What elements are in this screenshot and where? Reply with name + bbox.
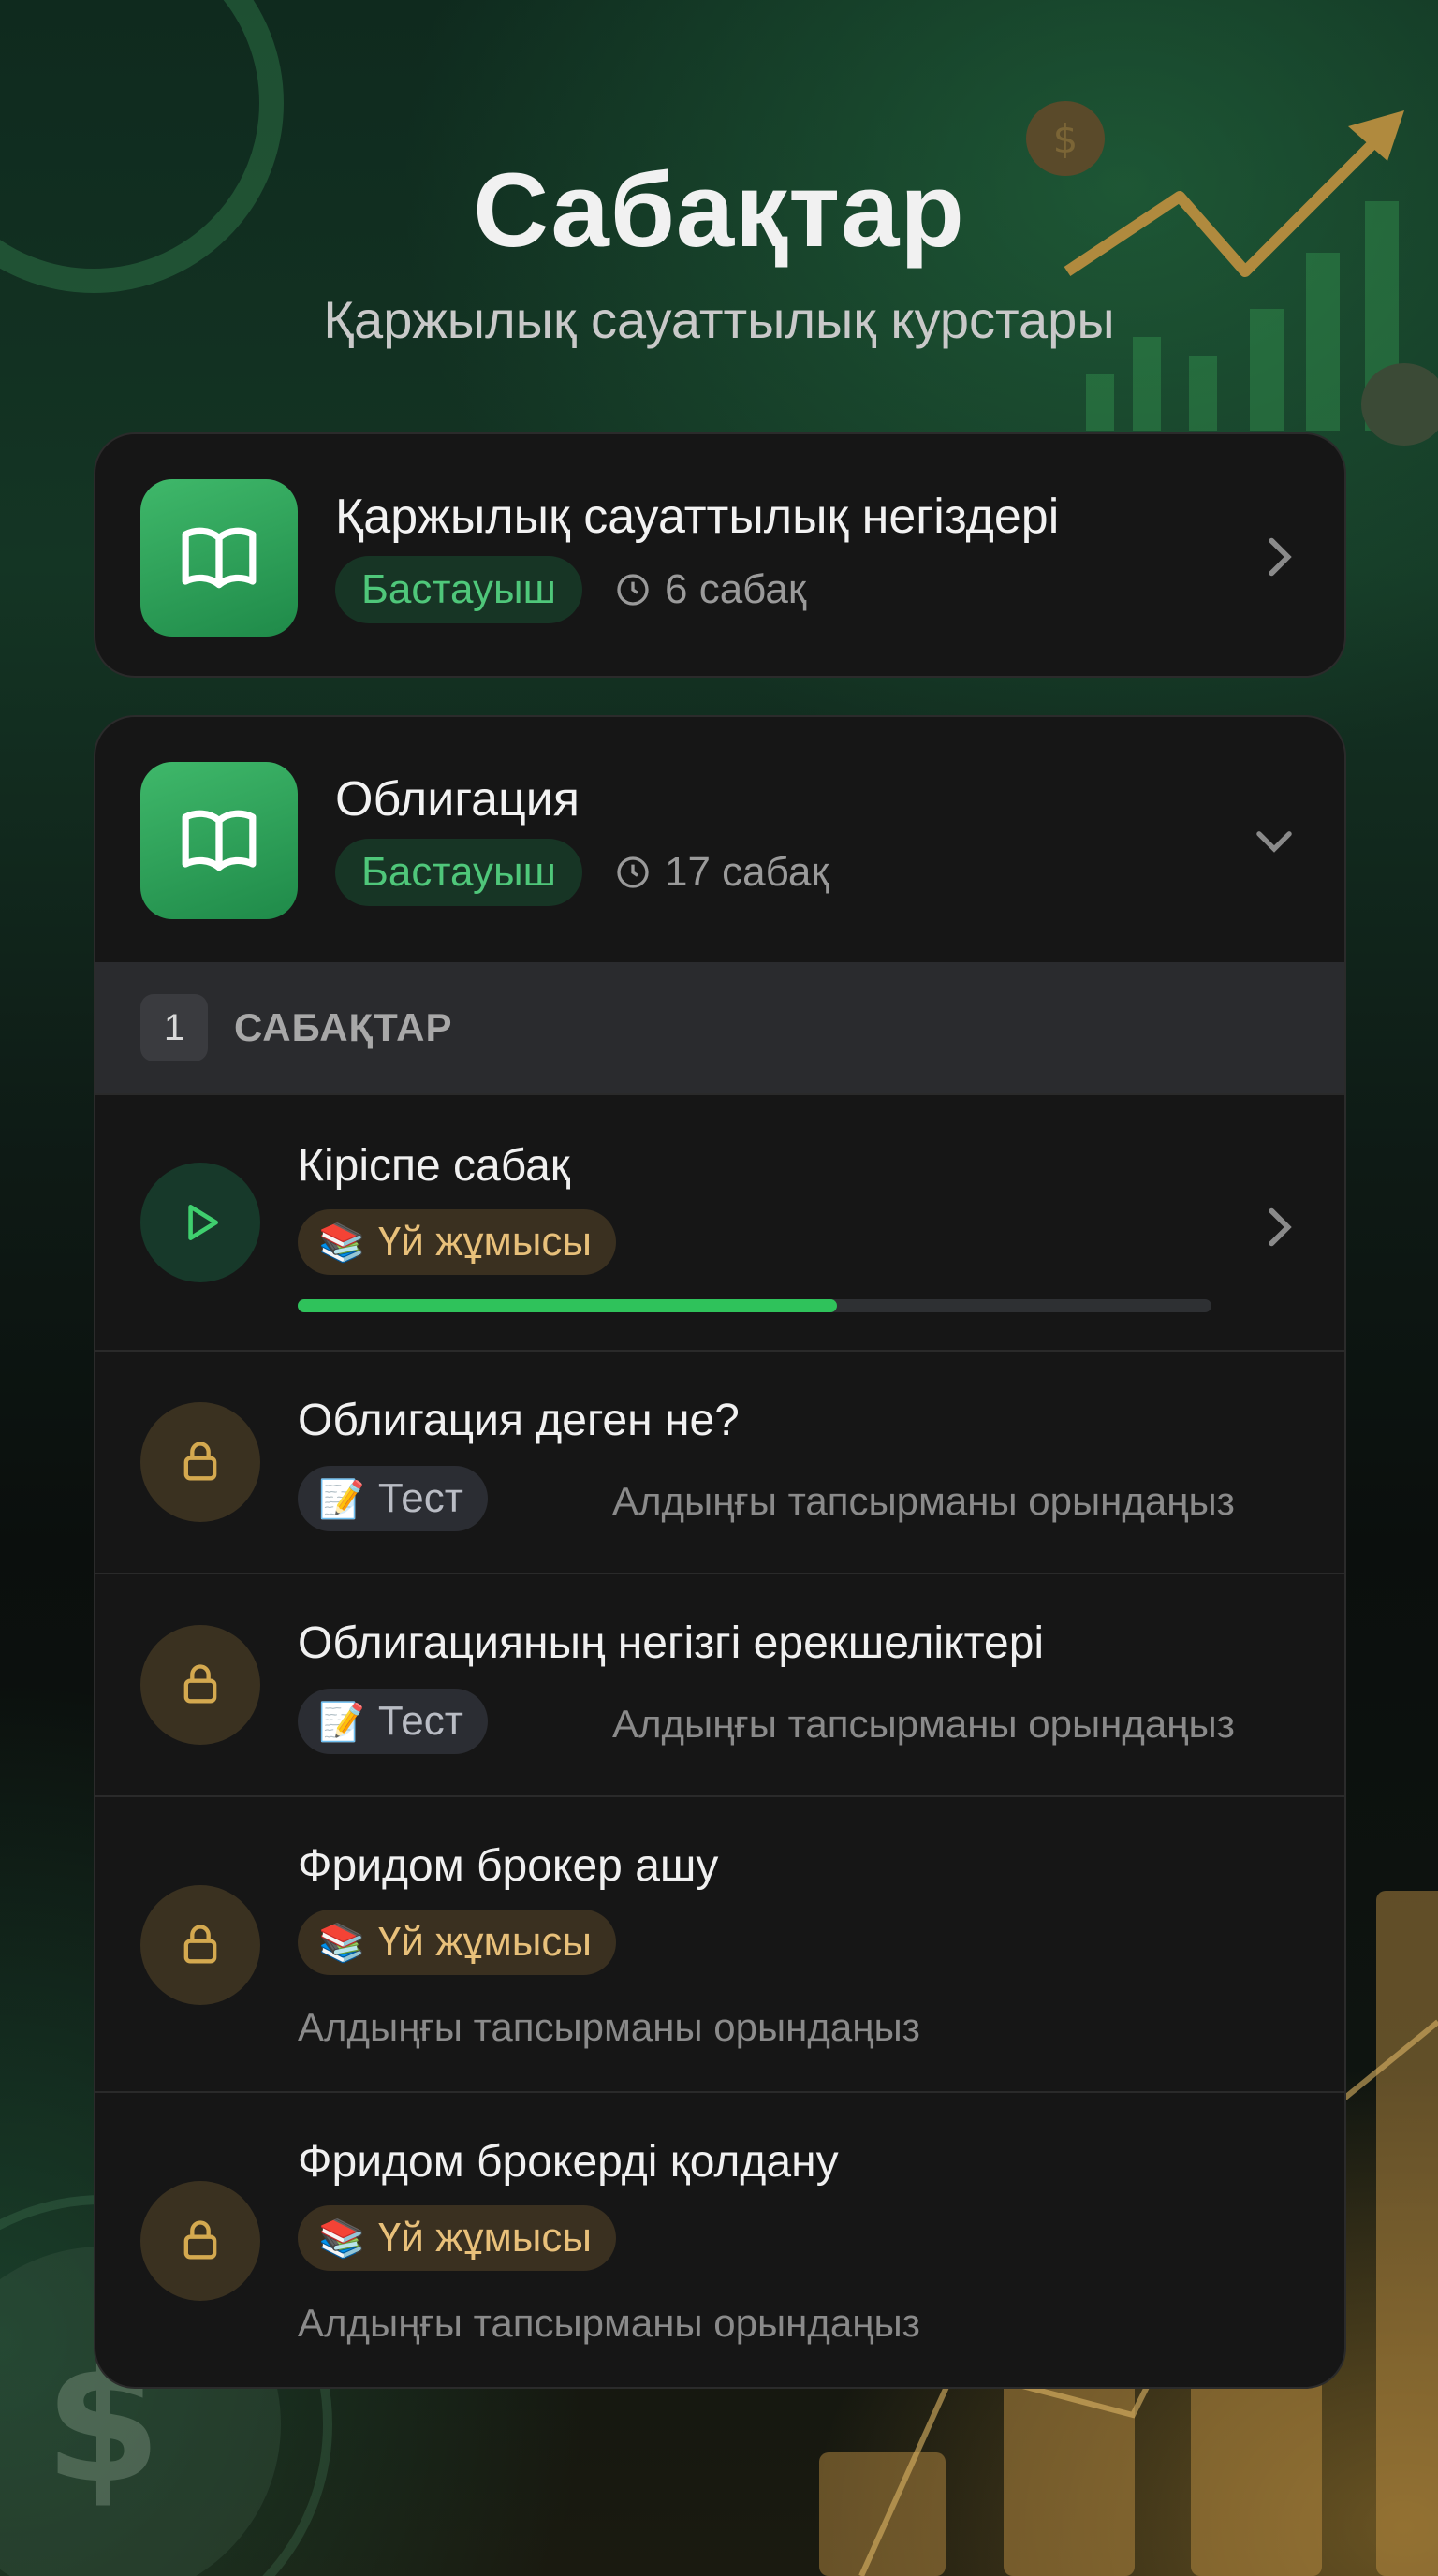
lesson-item-open-broker[interactable]: Фридом брокер ашу 📚 Үй жұмысы Алдыңғы та…: [95, 1795, 1344, 2091]
lesson-item-intro[interactable]: Кіріспе сабақ 📚 Үй жұмысы: [95, 1093, 1344, 1350]
lesson-progress-bar: [298, 1299, 1211, 1312]
locked-hint: Алдыңғы тапсырманы орындаңыз: [612, 1702, 1235, 1746]
level-badge: Бастауыш: [335, 839, 582, 906]
tag-label: Үй жұмысы: [377, 1219, 593, 1265]
tag-label: Тест: [377, 1475, 463, 1521]
lesson-count: 6 сабақ: [614, 556, 806, 623]
level-badge: Бастауыш: [335, 556, 582, 623]
locked-hint: Алдыңғы тапсырманы орындаңыз: [612, 1479, 1235, 1523]
play-icon[interactable]: [140, 1163, 260, 1282]
page-subtitle: Қаржылық сауаттылық курстары: [323, 290, 1115, 349]
lesson-title: Облигация деген не?: [298, 1396, 740, 1445]
lock-icon: [140, 1885, 260, 2005]
chevron-right-icon[interactable]: [1260, 1202, 1298, 1257]
lesson-count-text: 17 сабақ: [665, 849, 829, 895]
books-icon: 📚: [318, 1221, 365, 1265]
clock-icon: [617, 574, 649, 606]
lock-icon: [140, 1625, 260, 1745]
course-header[interactable]: Облигация Бастауыш 17 сабақ: [95, 717, 1344, 962]
homework-tag: 📚 Үй жұмысы: [298, 1910, 617, 1975]
memo-icon: 📝: [318, 1477, 365, 1521]
chevron-right-icon[interactable]: [1260, 532, 1298, 587]
lesson-item-bond-features[interactable]: Облигацияның негізгі ерекшеліктері 📝 Тес…: [95, 1573, 1344, 1795]
locked-hint: Алдыңғы тапсырманы орындаңыз: [298, 2301, 920, 2345]
lesson-item-use-broker[interactable]: Фридом брокерді қолдану 📚 Үй жұмысы Алды…: [95, 2091, 1344, 2387]
lesson-item-what-is-bond[interactable]: Облигация деген не? 📝 Тест Алдыңғы тапсы…: [95, 1350, 1344, 1573]
section-header: 1 САБАҚТАР: [95, 962, 1344, 1093]
lock-icon: [140, 1402, 260, 1522]
lesson-count-text: 6 сабақ: [665, 566, 807, 612]
clock-icon: [617, 856, 649, 888]
lock-icon: [140, 2181, 260, 2301]
lesson-title: Фридом брокерді қолдану: [298, 2137, 839, 2187]
section-number: 1: [140, 994, 208, 1061]
chevron-down-icon[interactable]: [1251, 824, 1298, 862]
homework-tag: 📚 Үй жұмысы: [298, 1209, 617, 1275]
lesson-count: 17 сабақ: [614, 839, 829, 906]
course-card-financial-literacy[interactable]: Қаржылық сауаттылық негіздері Бастауыш 6…: [94, 432, 1346, 678]
page-header: Сабақтар Қаржылық сауаттылық курстары: [0, 150, 1438, 350]
test-tag: 📝 Тест: [298, 1689, 488, 1754]
course-card-bonds[interactable]: Облигация Бастауыш 17 сабақ 1 САБАҚТАР К…: [94, 715, 1346, 2389]
lesson-title: Кіріспе сабақ: [298, 1141, 570, 1191]
course-title: Қаржылық сауаттылық негіздері: [335, 490, 1060, 544]
course-header[interactable]: Қаржылық сауаттылық негіздері Бастауыш 6…: [95, 434, 1344, 676]
tag-label: Тест: [377, 1698, 463, 1744]
book-icon: [140, 762, 298, 919]
books-icon: 📚: [318, 1921, 365, 1965]
page-title: Сабақтар: [473, 152, 965, 269]
lesson-title: Фридом брокер ашу: [298, 1841, 719, 1891]
homework-tag: 📚 Үй жұмысы: [298, 2205, 617, 2271]
progress-fill: [298, 1299, 837, 1312]
tag-label: Үй жұмысы: [377, 2215, 593, 2261]
test-tag: 📝 Тест: [298, 1466, 488, 1531]
lesson-title: Облигацияның негізгі ерекшеліктері: [298, 1618, 1045, 1668]
books-icon: 📚: [318, 2217, 365, 2261]
section-label: САБАҚТАР: [234, 1005, 453, 1049]
tag-label: Үй жұмысы: [377, 1919, 593, 1965]
locked-hint: Алдыңғы тапсырманы орындаңыз: [298, 2005, 920, 2049]
course-title: Облигация: [335, 772, 580, 827]
memo-icon: 📝: [318, 1700, 365, 1744]
book-icon: [140, 479, 298, 637]
